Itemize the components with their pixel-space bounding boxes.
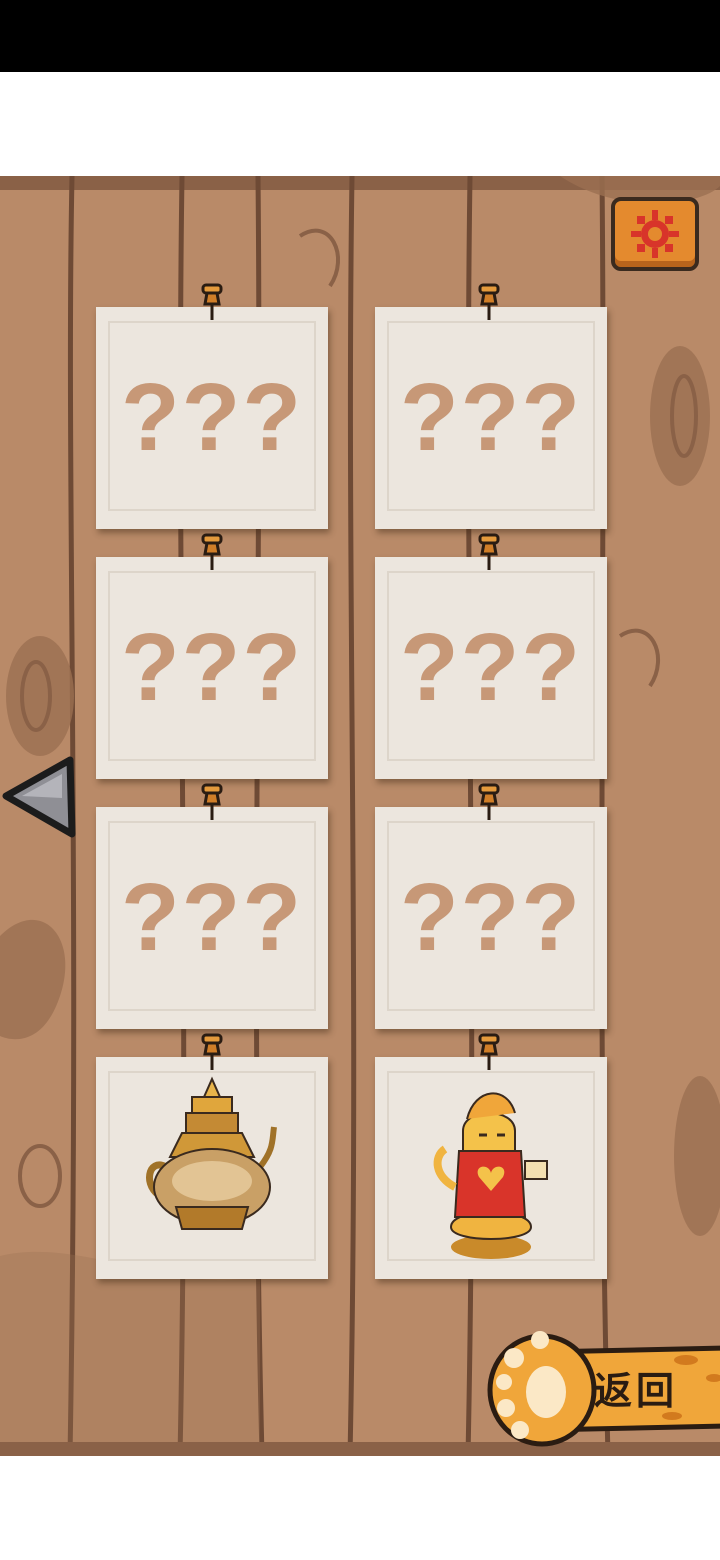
pushpin-icon	[478, 283, 500, 320]
card-label: ???	[400, 364, 582, 471]
return-button[interactable]: 返回	[486, 1326, 720, 1450]
collection-board: ??? ??? ??? ??? ??? ??? 返回	[0, 176, 720, 1456]
card-label: ???	[400, 614, 582, 721]
collection-card[interactable]: ???	[96, 807, 328, 1029]
cat-figurine-icon	[433, 1092, 548, 1259]
card-label: ???	[400, 864, 582, 971]
collection-card-teapot[interactable]	[96, 1057, 328, 1279]
collection-card[interactable]: ???	[96, 557, 328, 779]
gear-icon	[631, 210, 679, 258]
pushpin-icon	[478, 783, 500, 820]
collection-card[interactable]: ???	[375, 307, 607, 529]
card-label: ???	[121, 864, 303, 971]
pushpin-icon	[201, 783, 223, 820]
card-label: ???	[121, 614, 303, 721]
collection-card[interactable]: ???	[375, 557, 607, 779]
collection-card[interactable]: ???	[375, 807, 607, 1029]
pushpin-icon	[201, 1033, 223, 1070]
pushpin-icon	[478, 533, 500, 570]
screen: ??? ??? ??? ??? ??? ??? 返回	[0, 0, 720, 1560]
return-label: 返回	[594, 1369, 679, 1413]
pushpin-icon	[201, 533, 223, 570]
card-label: ???	[121, 364, 303, 471]
teapot-icon	[146, 1076, 277, 1230]
collection-card[interactable]: ???	[96, 307, 328, 529]
triangle-left-icon[interactable]	[0, 754, 80, 840]
settings-button[interactable]	[611, 197, 699, 271]
pushpin-icon	[201, 283, 223, 320]
collection-card-cat[interactable]	[375, 1057, 607, 1279]
pushpin-icon	[478, 1033, 500, 1070]
status-bar	[0, 0, 720, 72]
